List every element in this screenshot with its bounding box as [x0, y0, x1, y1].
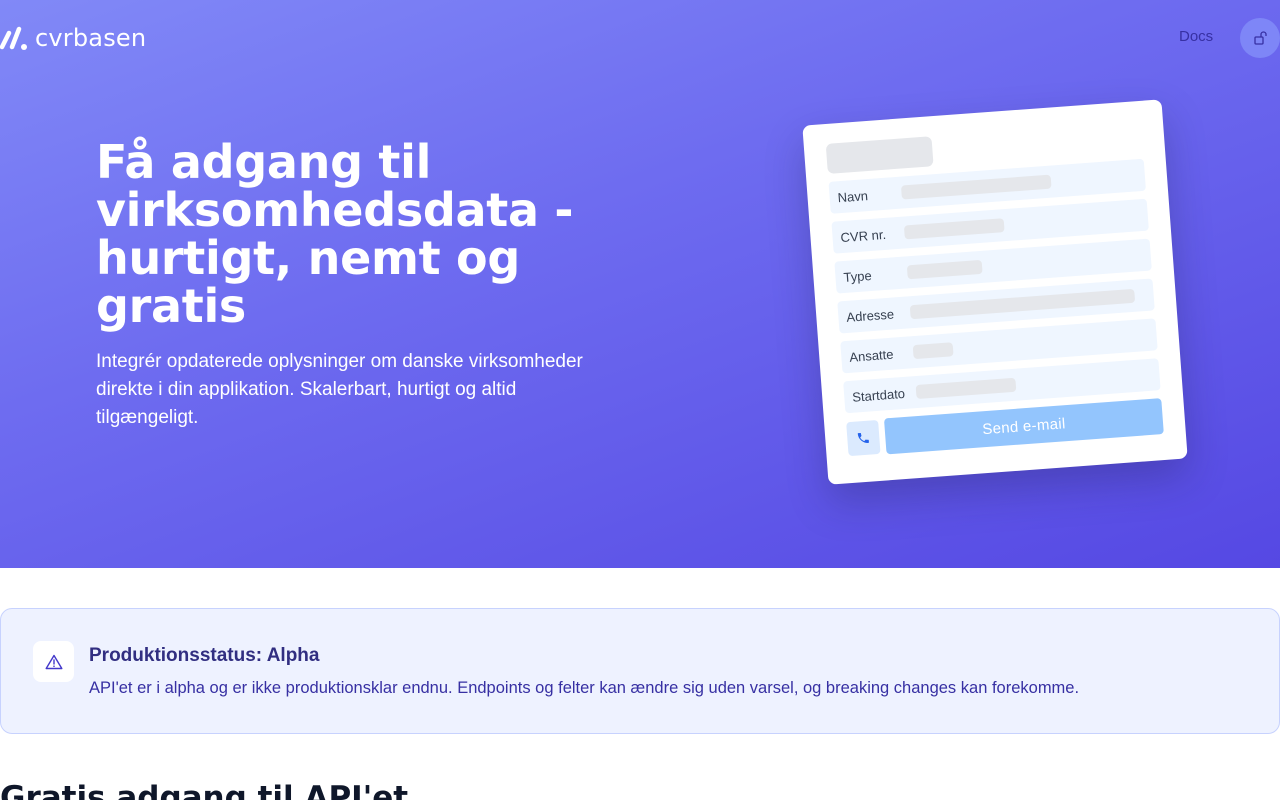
logo-text: cvrbasen	[35, 24, 147, 52]
card-row-label: Adresse	[845, 305, 895, 325]
card-row-label: Navn	[837, 187, 869, 205]
card-row-placeholder	[912, 342, 954, 360]
section-title: Gratis adgang til API'et	[0, 780, 409, 800]
login-button[interactable]	[1240, 18, 1280, 58]
card-phone-button	[846, 419, 881, 457]
hero-subtitle: Integrér opdaterede oplysninger om dansk…	[96, 351, 583, 428]
card-row-label: Startdato	[851, 385, 906, 405]
phone-icon	[857, 432, 869, 443]
card-row-label: CVR nr.	[840, 226, 887, 245]
hero-title: Få adgang til virksomhedsdata - hurtigt,…	[96, 135, 574, 333]
warning-icon	[45, 654, 62, 669]
card-row-label: Ansatte	[848, 346, 894, 365]
alert-text: API'et er i alpha og er ikke produktions…	[89, 679, 1080, 697]
alert-icon-container	[33, 641, 74, 682]
card-row-placeholder	[906, 259, 983, 280]
alert-title: Produktionsstatus: Alpha	[89, 645, 320, 666]
logo-icon	[0, 26, 27, 50]
logo-link[interactable]: cvrbasen	[0, 24, 146, 52]
card-row-label: Type	[842, 267, 873, 285]
hero-section: cvrbasen Docs Få adgang til virksomhedsd…	[0, 0, 1280, 568]
top-navigation: cvrbasen Docs	[0, 0, 1280, 76]
card-row-placeholder	[909, 288, 1136, 320]
card-header-placeholder	[825, 136, 934, 174]
company-card: Navn CVR nr. Type Adresse Ansatte Startd…	[802, 99, 1188, 485]
company-card-illustration: Navn CVR nr. Type Adresse Ansatte Startd…	[802, 99, 1188, 485]
card-row-placeholder	[903, 218, 1005, 240]
production-status-alert: Produktionsstatus: Alpha API'et er i alp…	[0, 608, 1280, 734]
card-row-placeholder	[900, 174, 1052, 200]
card-row-placeholder	[915, 377, 1017, 400]
lock-open-icon	[1254, 31, 1267, 45]
nav-docs-link[interactable]: Docs	[1179, 28, 1213, 45]
